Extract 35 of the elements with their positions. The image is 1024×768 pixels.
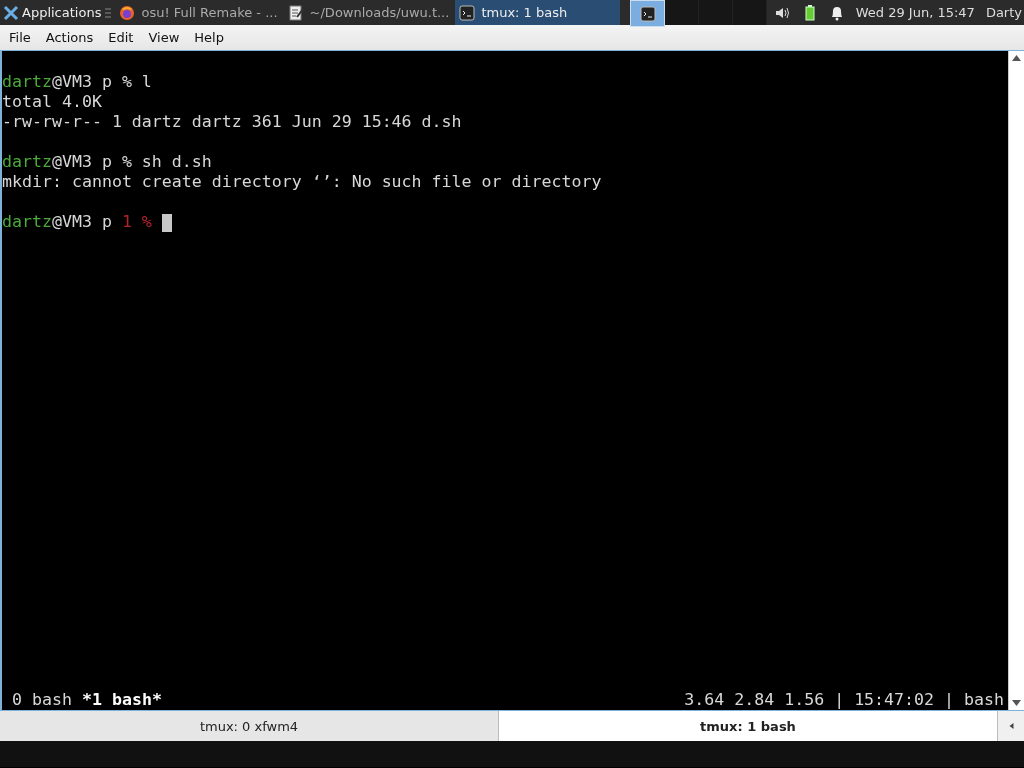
- tmux-window[interactable]: *1 bash*: [81, 690, 162, 710]
- menu-item[interactable]: Help: [188, 30, 230, 45]
- menu-item[interactable]: Actions: [39, 30, 100, 45]
- clock[interactable]: Wed 29 Jun, 15:47: [855, 5, 975, 20]
- menu-item[interactable]: File: [3, 30, 37, 45]
- terminal-icon: [459, 4, 476, 21]
- scrollbar[interactable]: [1008, 51, 1024, 710]
- taskbar-button[interactable]: tmux: 1 bash: [455, 0, 621, 25]
- terminal-text: @VM3 p % l: [51, 72, 152, 92]
- notepad-icon: [287, 4, 304, 21]
- prompt-user: dartz: [2, 152, 52, 172]
- prompt-user: dartz: [2, 212, 52, 232]
- terminal-tab[interactable]: tmux: 0 xfwm4: [0, 711, 499, 741]
- handle-icon: [105, 6, 112, 19]
- x-logo-icon: [3, 4, 19, 21]
- terminal-text: mkdir: cannot create directory ‘’: No such file or directory: [2, 172, 602, 192]
- prompt-user: dartz: [2, 72, 52, 92]
- menu-item[interactable]: Edit: [102, 30, 140, 45]
- menu-item[interactable]: View: [142, 30, 186, 45]
- scroll-up-icon[interactable]: [1012, 55, 1021, 61]
- terminal-icon: [639, 5, 656, 22]
- scroll-down-icon[interactable]: [1012, 700, 1021, 706]
- user-name[interactable]: Darty: [985, 5, 1022, 20]
- terminal-text: @VM3 p: [51, 212, 113, 232]
- terminal-tab[interactable]: tmux: 1 bash: [499, 711, 998, 741]
- terminal-text: total 4.0K: [2, 92, 102, 112]
- browser-icon: [119, 4, 136, 21]
- tmux-status-info: 3.64 2.84 1.56 | 15:47:02 | bash: [684, 690, 1004, 710]
- exit-code: 1 %: [121, 212, 152, 232]
- taskbar-button[interactable]: ~/Downloads/uwu.t...: [283, 0, 456, 25]
- terminal-text: -rw-rw-r-- 1 dartz dartz 361 Jun 29 15:46 d.sh: [2, 112, 462, 132]
- tmux-window[interactable]: 0 bash: [12, 690, 72, 710]
- taskbar-button[interactable]: osu! Full Remake - ...: [115, 0, 284, 25]
- terminal-text: @VM3 p % sh d.sh: [51, 152, 212, 172]
- applications-menu[interactable]: Applications: [0, 0, 106, 25]
